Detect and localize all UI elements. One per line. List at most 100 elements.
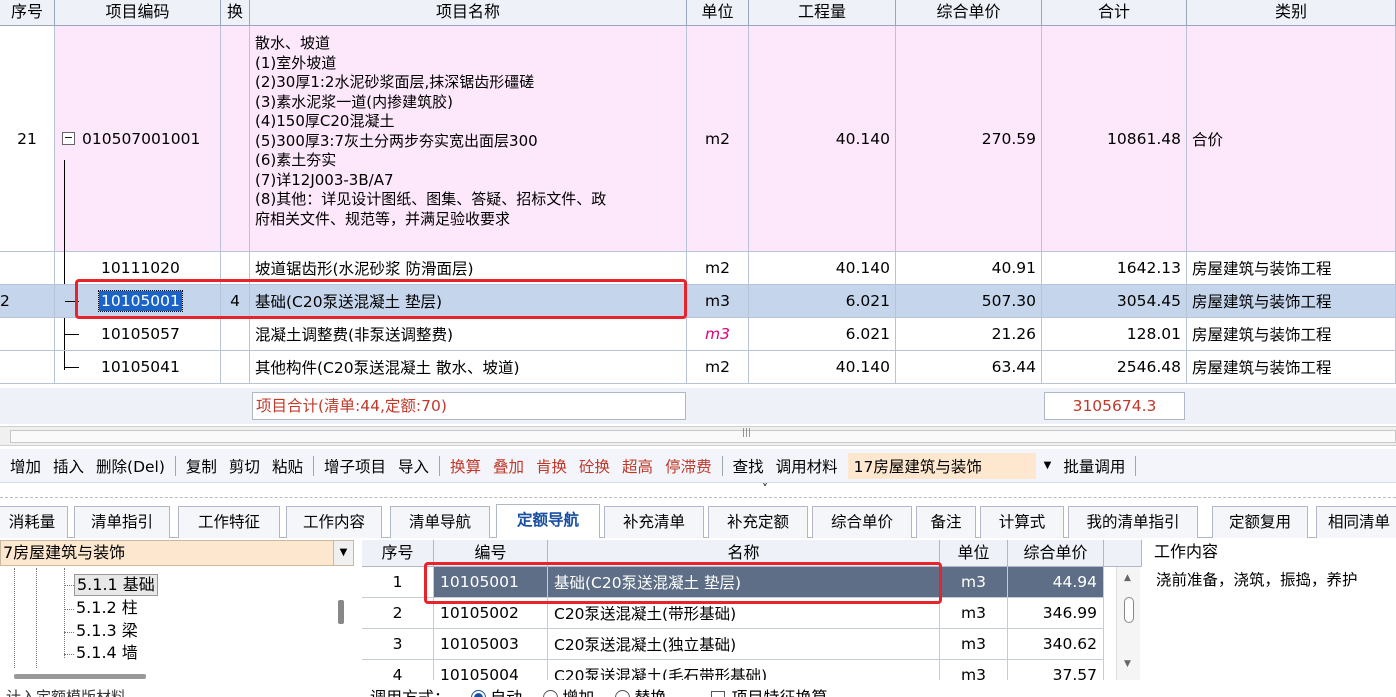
quota-row-selected[interactable]: 1 10105001 基础(C20泵送混凝土 垫层) m3 44.94 — [362, 567, 1110, 598]
copy-button[interactable]: 复制 — [180, 455, 223, 477]
overlay-button[interactable]: 叠加 — [487, 455, 530, 477]
tree-node-wall[interactable]: 5.1.4 墙 — [76, 643, 138, 661]
quota-row[interactable]: 4 10105004 C20泵送混凝土(毛石带形基础) m3 37.57 — [362, 660, 1110, 680]
tree-vertical-scrollbar[interactable] — [338, 600, 344, 624]
quota-header-price[interactable]: 综合单价 — [1008, 540, 1104, 567]
cell-qty[interactable]: 40.140 — [749, 252, 896, 285]
tab-supplement-bill[interactable]: 补充清单 — [604, 506, 704, 538]
paste-button[interactable]: 粘贴 — [266, 455, 309, 477]
tree-node-beam[interactable]: 5.1.3 梁 — [76, 621, 138, 641]
radio-add[interactable] — [543, 690, 559, 697]
quota-cell-unit[interactable]: m3 — [940, 660, 1008, 680]
table-row[interactable]: 10105057 混凝土调整费(非泵送调整费) m3 6.021 21.26 1… — [0, 318, 1396, 351]
quota-cell-name[interactable]: 基础(C20泵送混凝土 垫层) — [548, 567, 940, 598]
tab-consumption[interactable]: 消耗量 — [0, 506, 68, 538]
cell-code[interactable]: 10105001 — [55, 285, 221, 318]
cell-unit[interactable]: m2 — [687, 351, 749, 384]
cell-name[interactable]: 混凝土调整费(非泵送调整费) — [250, 318, 687, 351]
tab-supplement-quota[interactable]: 补充定额 — [708, 506, 808, 538]
cell-unit[interactable]: m2 — [687, 252, 749, 285]
cell-total[interactable]: 1642.13 — [1042, 252, 1187, 285]
quota-cell-price[interactable]: 340.62 — [1008, 629, 1104, 660]
header-swap[interactable]: 换 — [221, 0, 250, 26]
header-unit[interactable]: 单位 — [687, 0, 749, 26]
table-row[interactable]: 10105041 其他构件(C20泵送混凝土 散水、坡道) m2 40.140 … — [0, 351, 1396, 384]
quota-header-unit[interactable]: 单位 — [940, 540, 1008, 567]
tab-same-bill[interactable]: 相同清单 — [1316, 506, 1396, 538]
delete-button[interactable]: 删除(Del) — [90, 455, 171, 477]
quota-cell-name[interactable]: C20泵送混凝土(独立基础) — [548, 629, 940, 660]
quota-cell-price[interactable]: 44.94 — [1008, 567, 1104, 598]
cell-category[interactable]: 房屋建筑与装饰工程 — [1187, 252, 1396, 285]
cell-total[interactable]: 3054.45 — [1042, 285, 1187, 318]
quota-row[interactable]: 2 10105002 C20泵送混凝土(带形基础) m3 346.99 — [362, 598, 1110, 629]
quota-vertical-scrollbar[interactable]: ▲ ▼ — [1116, 567, 1140, 680]
cell-qty[interactable]: 6.021 — [749, 285, 896, 318]
tab-bill-nav[interactable]: 清单导航 — [390, 506, 490, 538]
stagnation-fee-button[interactable]: 停滞费 — [659, 455, 718, 477]
add-subitem-button[interactable]: 增子项目 — [318, 455, 392, 477]
quota-cell-price[interactable]: 37.57 — [1008, 660, 1104, 680]
cell-name[interactable]: 其他构件(C20泵送混凝土 散水、坡道) — [250, 351, 687, 384]
item-description[interactable]: 散水、坡道 (1)室外坡道 (2)30厚1:2水泥砂浆面层,抹深锯齿形礓磋 (3… — [250, 26, 687, 252]
table-row-main-item[interactable]: 21 − 010507001001 散水、坡道 (1)室外坡道 (2)30厚1:… — [0, 26, 1396, 252]
cell-name[interactable]: 坡道锯齿形(水泥砂浆 防滑面层) — [250, 252, 687, 285]
quota-cell-code[interactable]: 10105001 — [434, 567, 548, 598]
cut-button[interactable]: 剪切 — [223, 455, 266, 477]
scroll-up-icon[interactable]: ▲ — [1124, 573, 1131, 583]
tree-node-column[interactable]: 5.1.2 柱 — [76, 598, 138, 618]
confirm-swap-button[interactable]: 肯换 — [530, 455, 573, 477]
cell-total[interactable]: 10861.48 — [1042, 26, 1187, 252]
tab-work-feature[interactable]: 工作特征 — [178, 506, 280, 538]
cell-code[interactable]: − 010507001001 — [55, 26, 221, 252]
call-material-button[interactable]: 调用材料 — [770, 455, 844, 477]
chevron-down-icon[interactable]: ▼ — [1044, 460, 1052, 471]
chevron-down-icon[interactable]: ▼ — [333, 541, 353, 565]
import-button[interactable]: 导入 — [392, 455, 435, 477]
radio-auto[interactable] — [471, 690, 487, 697]
quota-cell-unit[interactable]: m3 — [940, 629, 1008, 660]
table-row-selected[interactable]: 2 10105001 4 基础(C20泵送混凝土 垫层) m3 6.021 50… — [0, 285, 1396, 318]
scroll-down-icon[interactable]: ▼ — [1124, 659, 1131, 669]
cell-qty[interactable]: 40.140 — [749, 351, 896, 384]
cell-unit[interactable]: m3 — [687, 318, 749, 351]
table-row[interactable]: 10111020 坡道锯齿形(水泥砂浆 防滑面层) m2 40.140 40.9… — [0, 252, 1396, 521]
tab-unit-price[interactable]: 综合单价 — [812, 506, 912, 538]
header-category[interactable]: 类别 — [1187, 0, 1396, 26]
cell-name[interactable]: 基础(C20泵送混凝土 垫层) — [250, 285, 687, 318]
header-code[interactable]: 项目编码 — [55, 0, 221, 26]
over-height-button[interactable]: 超高 — [616, 455, 659, 477]
tab-quota-nav[interactable]: 定额导航 — [496, 504, 600, 538]
tab-formula[interactable]: 计算式 — [980, 506, 1064, 538]
cell-price[interactable]: 21.26 — [896, 318, 1042, 351]
cell-category[interactable]: 房屋建筑与装饰工程 — [1187, 318, 1396, 351]
quota-header-seq[interactable]: 序号 — [362, 540, 434, 567]
scroll-thumb[interactable] — [1124, 597, 1134, 623]
cell-qty[interactable]: 40.140 — [749, 26, 896, 252]
quota-cell-name[interactable]: C20泵送混凝土(毛石带形基础) — [548, 660, 940, 680]
quota-cell-code[interactable]: 10105003 — [434, 629, 548, 660]
scroll-thumb[interactable] — [10, 430, 1396, 443]
add-button[interactable]: 增加 — [4, 455, 47, 477]
tree-node-foundation[interactable]: 5.1.1 基础 — [74, 574, 158, 596]
radio-replace[interactable] — [615, 690, 631, 697]
tab-work-content[interactable]: 工作内容 — [286, 506, 382, 538]
header-price[interactable]: 综合单价 — [896, 0, 1042, 26]
cell-total[interactable]: 128.01 — [1042, 318, 1187, 351]
cell-unit[interactable]: m2 — [687, 26, 749, 252]
tab-my-bill-guide[interactable]: 我的清单指引 — [1068, 506, 1198, 538]
quota-row[interactable]: 3 10105003 C20泵送混凝土(独立基础) m3 340.62 — [362, 629, 1110, 660]
selected-code[interactable]: 10105001 — [98, 290, 183, 312]
cell-price[interactable]: 63.44 — [896, 351, 1042, 384]
cell-category[interactable]: 合价 — [1187, 26, 1396, 252]
collapse-icon[interactable]: − — [62, 132, 75, 145]
header-qty[interactable]: 工程量 — [749, 0, 896, 26]
header-name[interactable]: 项目名称 — [250, 0, 687, 26]
quota-library-select[interactable]: 7房屋建筑与装饰 ▼ — [0, 540, 354, 566]
convert-button[interactable]: 换算 — [444, 455, 487, 477]
concrete-swap-button[interactable]: 砼换 — [573, 455, 616, 477]
library-select[interactable]: 17房屋建筑与装饰 — [847, 452, 1036, 479]
cell-price[interactable]: 270.59 — [896, 26, 1042, 252]
cell-price[interactable]: 40.91 — [896, 252, 1042, 285]
batch-call-button[interactable]: 批量调用 — [1057, 455, 1131, 477]
